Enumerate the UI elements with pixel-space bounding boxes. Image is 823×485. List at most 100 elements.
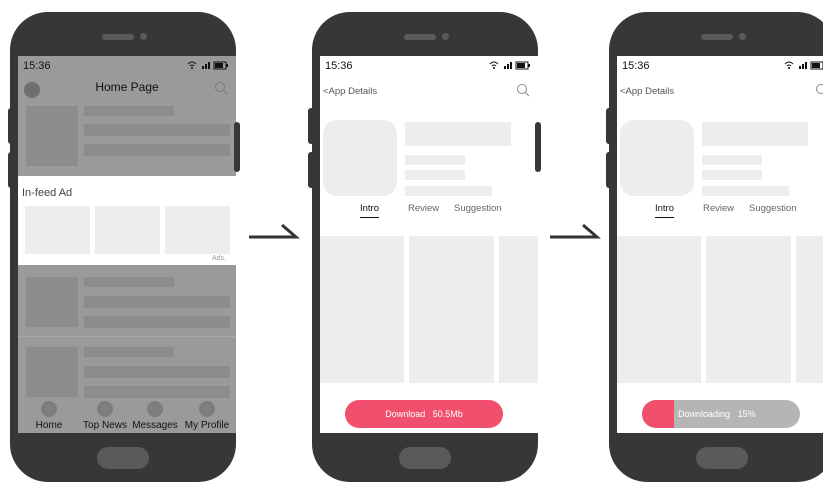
ads-tag: Ads. xyxy=(211,255,226,262)
app-title-placeholder xyxy=(405,122,511,146)
nav-top-news[interactable]: Top News xyxy=(80,401,130,431)
downloading-label: Downloading xyxy=(678,409,731,419)
app-meta-placeholder xyxy=(405,170,465,180)
page-title: Home Page xyxy=(95,80,159,94)
power-button xyxy=(535,122,541,172)
phone-app-details: 15:36 <App Details Intro Review Suggesti… xyxy=(312,12,538,482)
download-button[interactable]: Download 50.5Mb xyxy=(345,400,503,428)
news-icon xyxy=(97,401,113,417)
divider xyxy=(18,336,236,337)
screenshot-card xyxy=(706,236,791,383)
phone-home: 15:36 Home Page In-feed Ad Ads. Home Top… xyxy=(10,12,236,482)
tab-suggestion[interactable]: Suggestion xyxy=(749,203,797,214)
ad-label: In-feed Ad xyxy=(22,187,73,199)
in-feed-ad[interactable]: In-feed Ad Ads. xyxy=(18,176,236,265)
screenshot-card xyxy=(499,236,538,383)
nav-my-profile-label: My Profile xyxy=(184,420,230,431)
search-icon[interactable] xyxy=(815,83,823,102)
feed-line xyxy=(84,144,230,156)
side-button xyxy=(308,108,314,144)
screenshot-card xyxy=(409,236,494,383)
status-icons xyxy=(783,60,823,72)
tab-intro[interactable]: Intro xyxy=(655,203,675,218)
feed-line xyxy=(84,124,230,136)
app-meta-placeholder xyxy=(405,155,465,165)
wifi-signal-battery-icon xyxy=(187,61,228,70)
screenshot-card xyxy=(320,236,404,383)
screen-downloading: 15:36 <App Details Intro Review Suggesti… xyxy=(617,56,823,433)
nav-home[interactable]: Home xyxy=(24,401,74,431)
side-button xyxy=(308,152,314,188)
back-link[interactable]: <App Details xyxy=(323,86,377,97)
download-size: 50.5Mb xyxy=(432,409,463,419)
app-meta-placeholder xyxy=(702,170,762,180)
download-label: Download xyxy=(385,409,426,419)
feed-line xyxy=(84,277,174,287)
camera xyxy=(140,33,147,40)
app-title-placeholder xyxy=(702,122,808,146)
search-icon[interactable] xyxy=(214,81,228,100)
status-icons xyxy=(186,60,230,72)
feed-thumb xyxy=(26,106,78,166)
ad-image xyxy=(95,206,160,254)
back-link[interactable]: <App Details xyxy=(620,86,674,97)
ad-image xyxy=(25,206,90,254)
app-meta-placeholder xyxy=(702,155,762,165)
status-time: 15:36 xyxy=(325,60,353,72)
tab-review[interactable]: Review xyxy=(703,203,734,214)
flow-arrow-icon xyxy=(550,223,601,239)
camera xyxy=(442,33,449,40)
tab-suggestion[interactable]: Suggestion xyxy=(454,203,502,214)
screenshot-card xyxy=(796,236,823,383)
tab-intro[interactable]: Intro xyxy=(360,203,380,218)
home-icon xyxy=(41,401,57,417)
feed-line xyxy=(84,316,230,328)
speaker xyxy=(102,34,134,40)
nav-messages[interactable]: Messages xyxy=(130,401,180,431)
status-icons xyxy=(488,60,532,72)
screen-app-details: 15:36 <App Details Intro Review Suggesti… xyxy=(320,56,538,433)
download-progress-bar: Downloading 15% xyxy=(642,400,800,428)
home-button[interactable] xyxy=(97,447,149,469)
nav-home-label: Home xyxy=(35,420,63,431)
ad-image xyxy=(165,206,230,254)
feed-line xyxy=(84,366,230,378)
status-time: 15:36 xyxy=(622,60,650,72)
wifi-signal-battery-icon xyxy=(489,61,530,70)
feed-thumb xyxy=(26,347,78,397)
side-button xyxy=(8,108,14,144)
app-meta-placeholder xyxy=(702,186,789,196)
messages-icon xyxy=(147,401,163,417)
app-icon xyxy=(620,120,694,196)
feed-line xyxy=(84,347,174,357)
flow-arrow-icon xyxy=(249,223,300,239)
app-meta-placeholder xyxy=(405,186,492,196)
screen-home: 15:36 Home Page In-feed Ad Ads. Home Top… xyxy=(18,56,236,433)
side-button xyxy=(606,108,612,144)
search-icon[interactable] xyxy=(516,83,530,102)
progress-fill xyxy=(642,400,674,428)
screenshot-card xyxy=(617,236,701,383)
camera xyxy=(739,33,746,40)
feed-line xyxy=(84,296,230,308)
tab-review[interactable]: Review xyxy=(408,203,439,214)
wifi-signal-battery-icon xyxy=(784,61,823,70)
side-button xyxy=(606,152,612,188)
progress-percent: 15% xyxy=(737,409,756,419)
home-button[interactable] xyxy=(696,447,748,469)
phone-downloading: 15:36 <App Details Intro Review Suggesti… xyxy=(609,12,823,482)
nav-my-profile[interactable]: My Profile xyxy=(182,401,232,431)
status-time: 15:36 xyxy=(23,60,51,72)
nav-messages-label: Messages xyxy=(132,420,178,431)
side-button xyxy=(8,152,14,188)
speaker xyxy=(404,34,436,40)
feed-thumb xyxy=(26,277,78,327)
nav-top-news-label: Top News xyxy=(83,420,127,431)
home-button[interactable] xyxy=(399,447,451,469)
feed-line xyxy=(84,106,174,116)
feed-line xyxy=(84,386,230,398)
progress-label: Downloading 15% xyxy=(678,400,756,428)
speaker xyxy=(701,34,733,40)
power-button xyxy=(234,122,240,172)
profile-icon xyxy=(199,401,215,417)
